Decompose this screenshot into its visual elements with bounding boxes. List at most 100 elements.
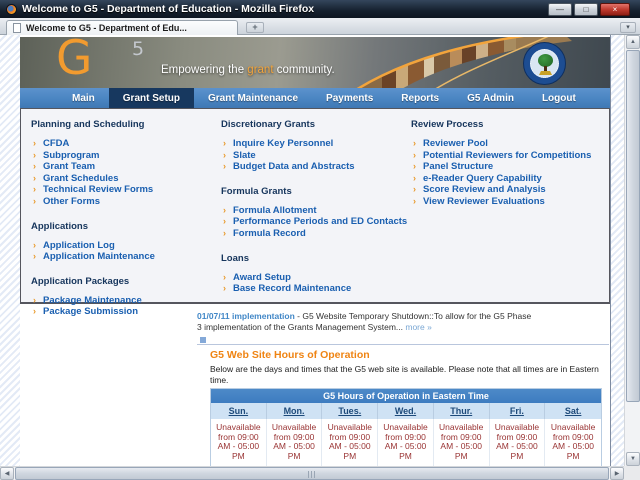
table-header-row: Sun. Mon. Tues. Wed. Thur. Fri. Sat.: [211, 403, 601, 419]
chevron-right-icon: ›: [413, 172, 416, 183]
horizontal-scrollbar-thumb[interactable]: [15, 467, 609, 480]
announcement-date-link[interactable]: 01/07/11 implementation: [197, 311, 295, 321]
maximize-button[interactable]: □: [574, 3, 598, 16]
menu-link-score-review-and-analysis[interactable]: › Score Review and Analysis: [411, 184, 607, 196]
hours-intro-text: Below are the days and times that the G5…: [210, 364, 599, 385]
table-title: G5 Hours of Operation in Eastern Time: [211, 389, 601, 403]
cell-tues-unavailable: Unavailable from 09:00 AM - 05:00 PM: [322, 419, 379, 467]
nav-item-grant-setup[interactable]: Grant Setup: [108, 88, 195, 108]
menu-link-formula-allotment[interactable]: › Formula Allotment: [221, 205, 407, 217]
column-header-fri[interactable]: Fri.: [490, 403, 546, 419]
menu-link-application-maintenance[interactable]: › Application Maintenance: [31, 251, 217, 263]
nav-item-g5-admin[interactable]: G5 Admin: [453, 88, 528, 108]
chevron-right-icon: ›: [33, 306, 36, 317]
new-tab-button[interactable]: +: [246, 22, 264, 33]
menu-link-formula-record[interactable]: › Formula Record: [221, 228, 407, 240]
chevron-right-icon: ›: [33, 251, 36, 262]
hours-of-operation-heading: G5 Web Site Hours of Operation: [210, 349, 370, 361]
chevron-right-icon: ›: [33, 149, 36, 160]
main-navigation: Main Grant Setup Grant Maintenance Payme…: [20, 88, 610, 108]
column-header-thur[interactable]: Thur.: [434, 403, 490, 419]
column-header-sun[interactable]: Sun.: [211, 403, 267, 419]
menu-link-package-maintenance[interactable]: › Package Maintenance: [31, 295, 217, 307]
cell-mon-unavailable: Unavailable from 09:00 AM - 05:00 PM: [267, 419, 323, 467]
cell-wed-unavailable: Unavailable from 09:00 AM - 05:00 PM: [378, 419, 434, 467]
menu-heading-loans: Loans: [221, 252, 249, 264]
chevron-right-icon: ›: [33, 195, 36, 206]
menu-link-technical-review-forms[interactable]: › Technical Review Forms: [31, 184, 217, 196]
nav-item-payments[interactable]: Payments: [312, 88, 387, 108]
scrollbar-corner: [624, 466, 640, 480]
close-button[interactable]: ×: [600, 3, 630, 16]
g5-logo-g: G: [56, 37, 93, 86]
menu-link-award-setup[interactable]: › Award Setup: [221, 272, 407, 284]
chevron-right-icon: ›: [223, 149, 226, 160]
nav-item-main[interactable]: Main: [58, 88, 109, 108]
nav-item-grant-maintenance[interactable]: Grant Maintenance: [194, 88, 312, 108]
menu-link-reviewer-pool[interactable]: › Reviewer Pool: [411, 138, 607, 150]
window-title: Welcome to G5 - Department of Education …: [22, 3, 315, 15]
menu-link-grant-schedules[interactable]: › Grant Schedules: [31, 173, 217, 185]
column-header-mon[interactable]: Mon.: [267, 403, 323, 419]
menu-link-panel-structure[interactable]: › Panel Structure: [411, 161, 607, 173]
menu-link-subprogram[interactable]: › Subprogram: [31, 150, 217, 162]
nav-item-logout[interactable]: Logout: [528, 88, 590, 108]
vertical-scrollbar-thumb[interactable]: [626, 50, 640, 402]
browser-tab[interactable]: Welcome to G5 - Department of Edu...: [6, 20, 238, 35]
scroll-right-icon[interactable]: ▶: [610, 467, 624, 480]
scroll-left-icon[interactable]: ◀: [0, 467, 14, 480]
chevron-right-icon: ›: [223, 271, 226, 282]
g5-logo-5: 5: [132, 38, 145, 60]
chevron-right-icon: ›: [413, 184, 416, 195]
chevron-right-icon: ›: [33, 172, 36, 183]
vertical-scrollbar[interactable]: ▲ ▼: [624, 35, 640, 466]
chevron-right-icon: ›: [33, 294, 36, 305]
chevron-right-icon: ›: [223, 227, 226, 238]
menu-link-slate[interactable]: › Slate: [221, 150, 407, 162]
menu-link-performance-periods[interactable]: › Performance Periods and ED Contacts: [221, 216, 407, 228]
tab-strip: Welcome to G5 - Department of Edu... + ▾: [0, 18, 640, 35]
site-banner: G 5 Empowering the grant community.: [20, 37, 610, 88]
menu-column-2: Discretionary Grants › Inquire Key Person…: [221, 119, 407, 308]
chevron-right-icon: ›: [413, 149, 416, 160]
scroll-down-icon[interactable]: ▼: [626, 452, 640, 466]
menu-link-view-reviewer-evaluations[interactable]: › View Reviewer Evaluations: [411, 196, 607, 208]
menu-heading-review-process: Review Process: [411, 119, 484, 130]
menu-link-package-submission[interactable]: › Package Submission: [31, 306, 217, 318]
chevron-right-icon: ›: [413, 195, 416, 206]
window-titlebar: Welcome to G5 - Department of Education …: [0, 0, 640, 18]
news-bullet: [200, 337, 206, 343]
scroll-up-icon[interactable]: ▲: [626, 35, 640, 49]
chevron-right-icon: ›: [33, 239, 36, 250]
announcement-more-link[interactable]: more »: [405, 322, 431, 332]
chevron-right-icon: ›: [223, 216, 226, 227]
column-header-sat[interactable]: Sat.: [545, 403, 601, 419]
menu-link-other-forms[interactable]: › Other Forms: [31, 196, 217, 208]
menu-link-ereader-query-capability[interactable]: › e-Reader Query Capability: [411, 173, 607, 185]
list-tabs-button[interactable]: ▾: [620, 22, 636, 33]
firefox-icon: [6, 3, 17, 15]
menu-link-cfda[interactable]: › CFDA: [31, 138, 217, 150]
page-icon: [13, 23, 21, 33]
menu-link-application-log[interactable]: › Application Log: [31, 240, 217, 252]
menu-column-3: Review Process › Reviewer Pool › Potential…: [411, 119, 607, 221]
horizontal-scrollbar[interactable]: ◀ ▶: [0, 466, 624, 480]
column-header-tues[interactable]: Tues.: [322, 403, 379, 419]
page-content: G 5 Empowering the grant community. Main…: [20, 35, 611, 468]
cell-thur-unavailable: Unavailable from 09:00 AM - 05:00 PM: [434, 419, 490, 467]
minimize-button[interactable]: —: [548, 3, 572, 16]
department-of-education-seal-icon: [523, 42, 566, 85]
tab-title: Welcome to G5 - Department of Edu...: [26, 23, 187, 33]
menu-link-grant-team[interactable]: › Grant Team: [31, 161, 217, 173]
browser-window: Welcome to G5 - Department of Education …: [0, 0, 640, 480]
cell-sun-unavailable: Unavailable from 09:00 AM - 05:00 PM: [211, 419, 267, 467]
tagline: Empowering the grant community.: [161, 64, 335, 76]
nav-item-reports[interactable]: Reports: [387, 88, 453, 108]
chevron-right-icon: ›: [223, 204, 226, 215]
menu-link-budget-data-and-abstracts[interactable]: › Budget Data and Abstracts: [221, 161, 407, 173]
menu-link-base-record-maintenance[interactable]: › Base Record Maintenance: [221, 283, 407, 295]
menu-link-inquire-key-personnel[interactable]: › Inquire Key Personnel: [221, 138, 407, 150]
column-header-wed[interactable]: Wed.: [378, 403, 434, 419]
announcement: 01/07/11 implementation - G5 Website Tem…: [197, 311, 537, 332]
menu-link-potential-reviewers[interactable]: › Potential Reviewers for Competitions: [411, 150, 607, 162]
